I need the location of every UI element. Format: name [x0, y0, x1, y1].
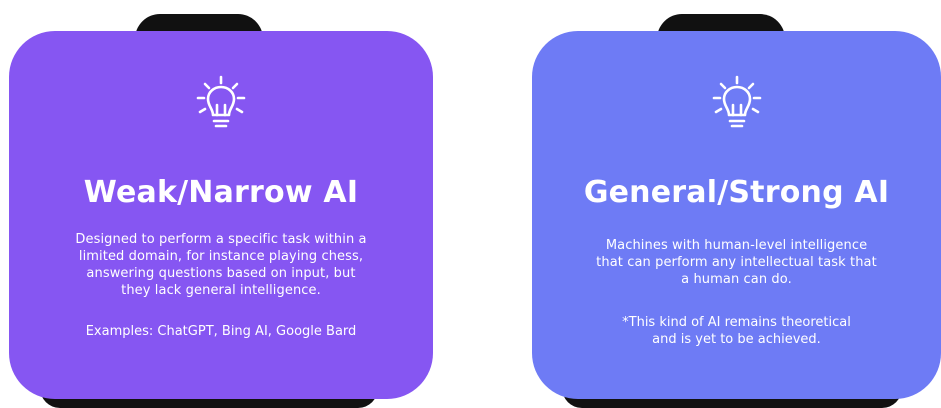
- general-card-note-line: *This kind of AI remains theoretical: [622, 315, 851, 330]
- weak-card-description-line: answering questions based on input, but: [86, 266, 356, 281]
- weak-card-description-line: limited domain, for instance playing che…: [78, 249, 364, 264]
- general-card-title: General/Strong AI: [583, 175, 890, 210]
- general-card-description-line: Machines with human-level intelligence: [605, 238, 868, 253]
- lightbulb-icon: [705, 71, 769, 135]
- weak-card-examples-text: Examples: ChatGPT, Bing AI, Google Bard: [85, 324, 357, 339]
- weak-narrow-ai-card: Weak/Narrow AI Designed to perform a spe…: [9, 31, 433, 399]
- weak-card-title: Weak/Narrow AI: [83, 175, 359, 210]
- general-card-description: Machines with human-level intelligence t…: [532, 237, 941, 288]
- weak-card-examples: Examples: ChatGPT, Bing AI, Google Bard: [9, 323, 433, 340]
- comparison-graphic: Weak/Narrow AI Designed to perform a spe…: [0, 0, 941, 408]
- lightbulb-icon: [189, 71, 253, 135]
- general-card-note-line: and is yet to be achieved.: [652, 332, 821, 347]
- general-card-description-line: that can perform any intellectual task t…: [596, 255, 877, 270]
- weak-card-description-line: they lack general intelligence.: [121, 283, 321, 298]
- general-strong-ai-card: General/Strong AI Machines with human-le…: [532, 31, 941, 399]
- general-card-description-line: a human can do.: [681, 272, 792, 287]
- weak-card-description-line: Designed to perform a specific task with…: [75, 232, 367, 247]
- weak-card-description: Designed to perform a specific task with…: [9, 231, 433, 299]
- general-card-note: *This kind of AI remains theoretical and…: [532, 314, 941, 348]
